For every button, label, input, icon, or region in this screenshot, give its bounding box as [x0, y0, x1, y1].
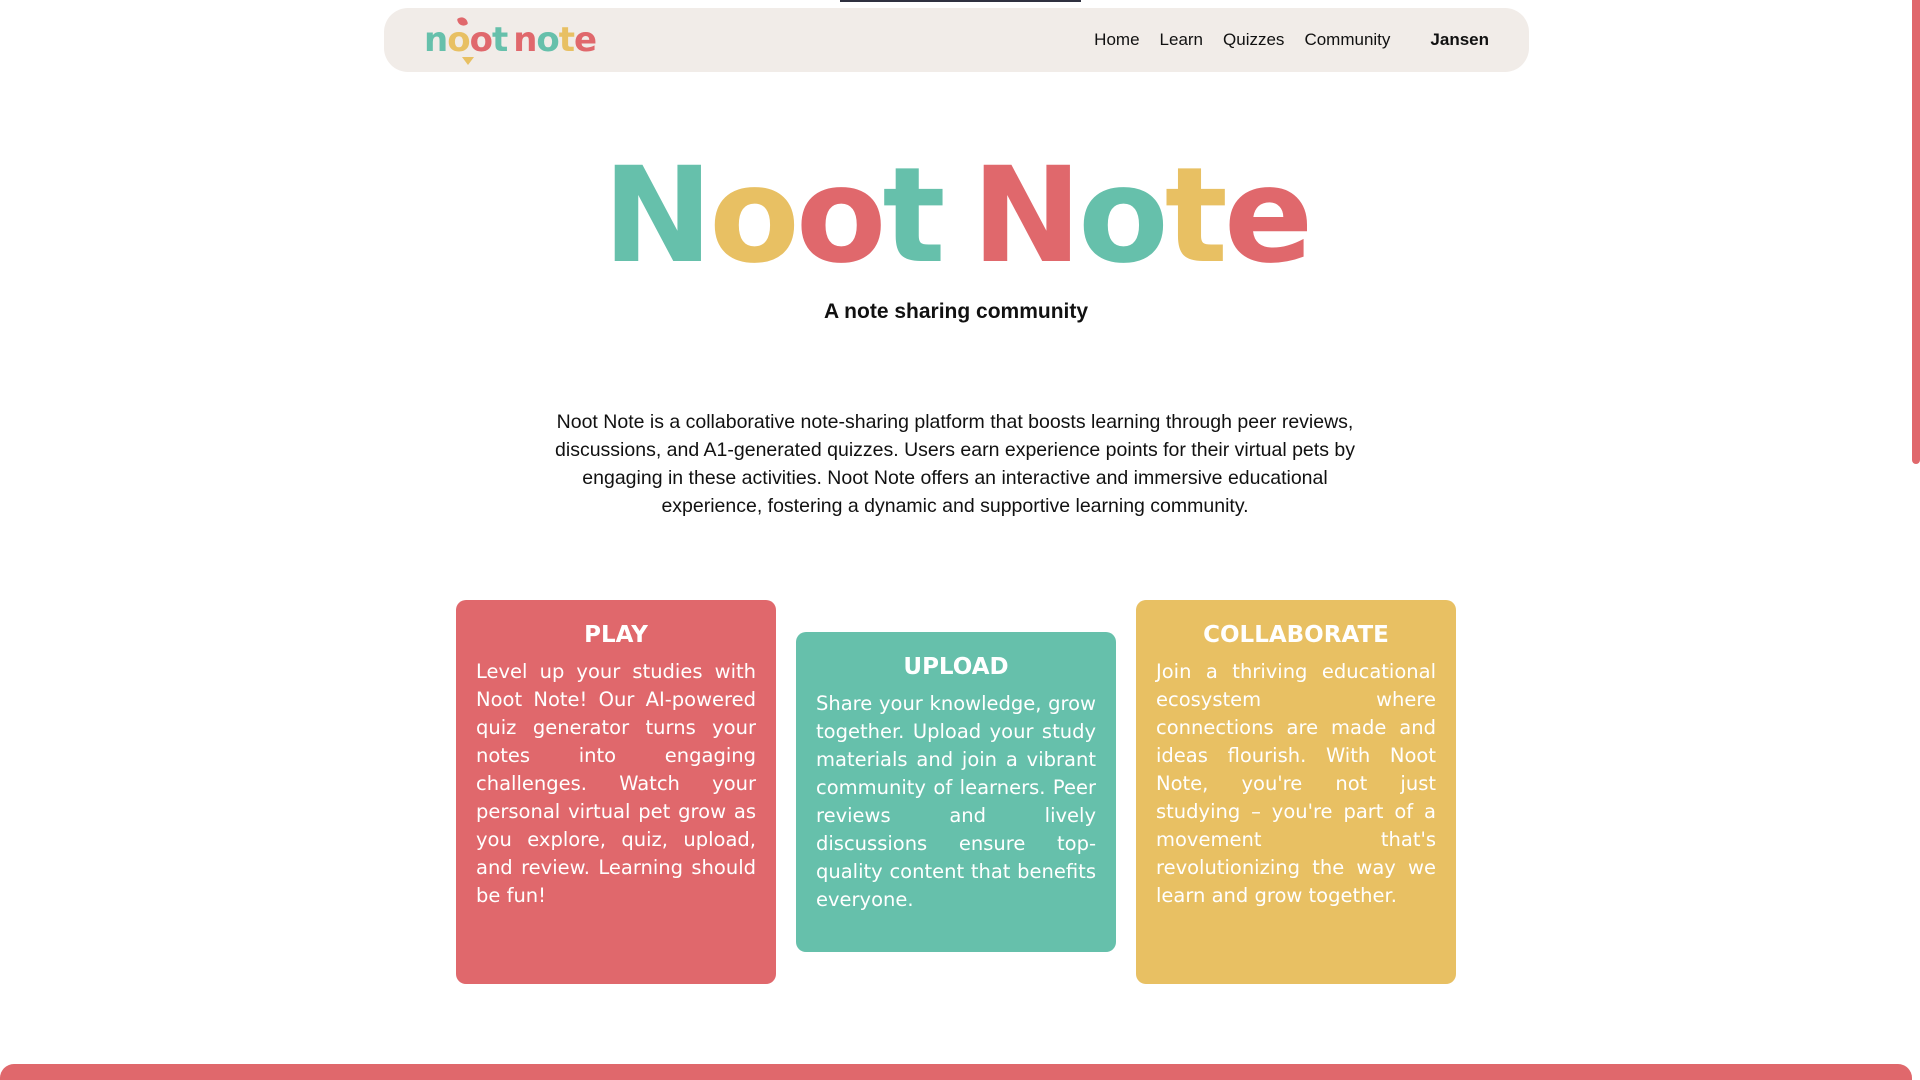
logo-letter: e: [574, 20, 597, 60]
hero-letter: o: [795, 139, 887, 293]
top-divider: [840, 0, 1081, 2]
card-body: Level up your studies with Noot Note! Ou…: [476, 660, 756, 907]
card-title: PLAY: [584, 622, 648, 648]
card-title: COLLABORATE: [1203, 622, 1389, 648]
logo-letter: n: [513, 20, 537, 60]
hero-letter: N: [971, 139, 1083, 293]
logo-letter: t: [491, 20, 508, 60]
logo-letter: o: [469, 20, 493, 60]
navbar: n o o t n o t e Home Learn Quizzes Commu…: [384, 8, 1529, 72]
card-upload: UPLOAD Share your knowledge, grow togeth…: [796, 632, 1116, 952]
hero-letter: N: [602, 139, 714, 293]
logo-beak-icon: [462, 57, 474, 65]
hero-letter: o: [709, 139, 800, 293]
card-title: UPLOAD: [903, 654, 1009, 680]
card-body: Share your knowledge, grow together. Upl…: [816, 692, 1096, 911]
card-play: PLAY Level up your studies with Noot Not…: [456, 600, 776, 984]
hero-title: Noot Note: [0, 150, 1912, 282]
logo-letter: o: [536, 20, 559, 60]
footer-band: [0, 1064, 1912, 1080]
logo-letter: n: [424, 20, 448, 60]
card-collaborate: COLLABORATE Join a thriving educational …: [1136, 600, 1456, 984]
nav-quizzes[interactable]: Quizzes: [1223, 30, 1284, 50]
intro-paragraph: Noot Note is a collaborative note-sharin…: [555, 411, 1355, 517]
nav-learn[interactable]: Learn: [1160, 30, 1203, 50]
page: n o o t n o t e Home Learn Quizzes Commu…: [0, 0, 1920, 1080]
hero-letter: o: [1078, 139, 1169, 293]
hero-letter: t: [882, 139, 945, 293]
logo[interactable]: n o o t n o t e: [424, 15, 597, 65]
user-menu[interactable]: Jansen: [1430, 30, 1489, 50]
nav-links: Home Learn Quizzes Community Jansen: [1074, 30, 1489, 50]
nav-home[interactable]: Home: [1094, 30, 1139, 50]
hero-letter: t: [1164, 139, 1228, 293]
logo-letter: o: [447, 20, 470, 60]
hero-subtitle: A note sharing community: [823, 300, 1089, 323]
card-body: Join a thriving educational ecosystem wh…: [1156, 660, 1436, 907]
nav-community[interactable]: Community: [1304, 30, 1390, 50]
logo-letter: t: [558, 20, 575, 60]
hero-letter: e: [1223, 139, 1314, 293]
scrollbar-thumb[interactable]: [1912, 0, 1920, 464]
